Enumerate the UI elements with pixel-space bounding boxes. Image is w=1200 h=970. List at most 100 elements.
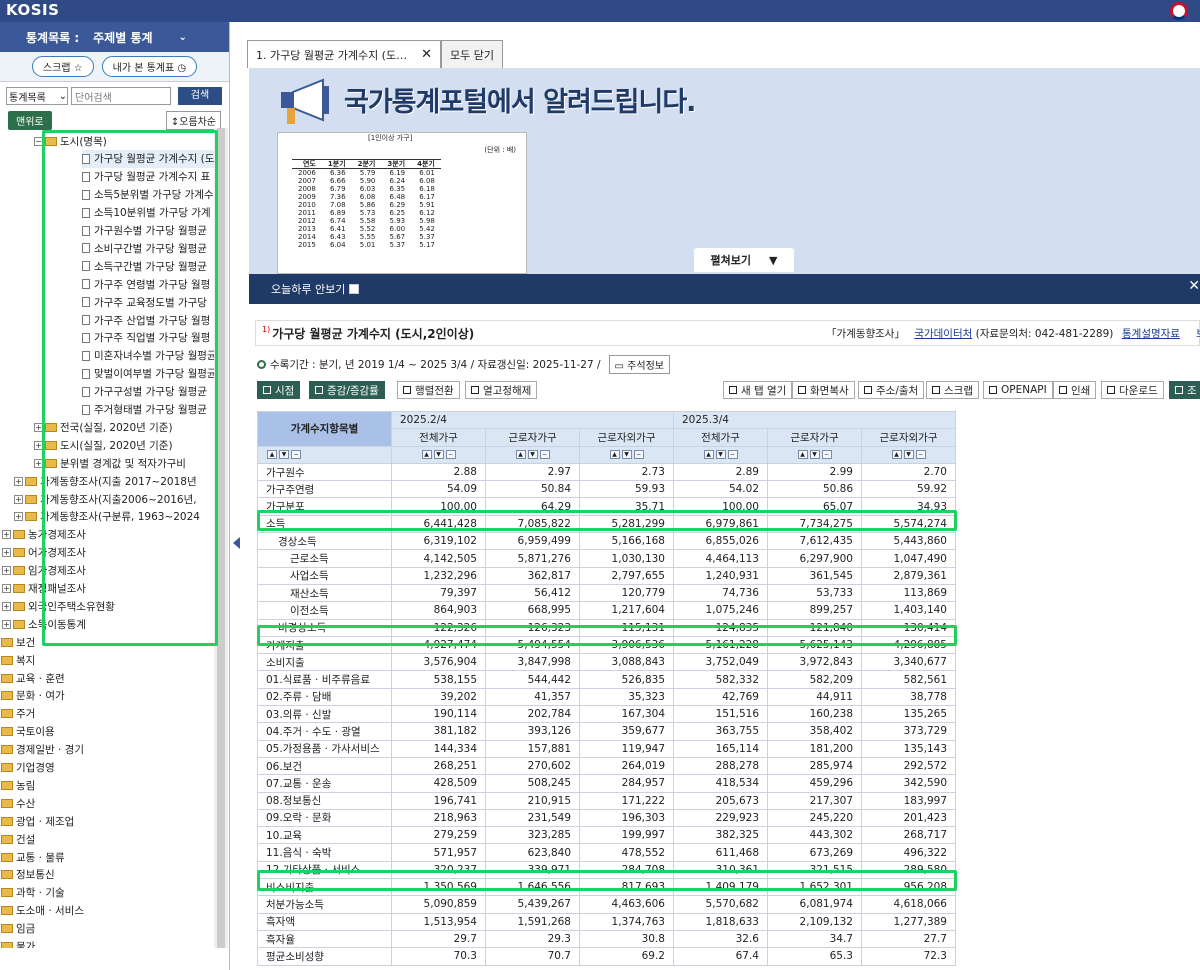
sort-up-icon[interactable]: ▲ bbox=[267, 450, 277, 460]
tree-folder-item[interactable]: +광업 · 제조업 bbox=[0, 812, 74, 830]
recent-tables-button[interactable]: 내가 본 통계표 ◷ bbox=[101, 56, 198, 77]
openapi-button[interactable]: OPENAPI bbox=[983, 381, 1053, 399]
sort-down-icon[interactable]: ▼ bbox=[527, 450, 538, 460]
row-label[interactable]: 처분가능소득 bbox=[257, 895, 392, 914]
row-label[interactable]: 사업소득 bbox=[257, 566, 392, 585]
footnote-button[interactable]: ▭ 주석정보 bbox=[608, 355, 670, 374]
tree-folder-item[interactable]: +수산 bbox=[0, 794, 35, 812]
tree-folder-item[interactable]: +농림 bbox=[0, 776, 35, 794]
new-tab-button[interactable]: 새 탭 열기 bbox=[723, 381, 793, 399]
row-label[interactable]: 소비지출 bbox=[257, 653, 392, 672]
expand-icon[interactable]: + bbox=[2, 584, 11, 593]
row-label[interactable]: 05.가정용품 · 가사서비스 bbox=[257, 739, 392, 758]
period-header[interactable]: 2025.3/4 bbox=[673, 410, 956, 430]
hide-today-control[interactable]: 오늘하루 안보기 bbox=[271, 281, 360, 297]
tree-folder-item[interactable]: +물가 bbox=[0, 938, 35, 948]
collapse-panel-icon[interactable] bbox=[233, 537, 240, 549]
close-icon[interactable]: ✕ bbox=[1188, 278, 1200, 294]
chevron-down-icon[interactable]: ⌄ bbox=[179, 32, 187, 43]
tree-folder-item[interactable]: +경제일반 · 경기 bbox=[0, 741, 84, 759]
expand-icon[interactable]: + bbox=[2, 619, 11, 629]
expand-icon[interactable]: + bbox=[2, 566, 11, 576]
transpose-button[interactable]: 행렬전환 bbox=[397, 381, 460, 399]
scroll-top-button[interactable]: 맨위로 bbox=[8, 110, 52, 130]
column-header[interactable]: 전체가구 bbox=[391, 428, 486, 447]
row-label[interactable]: 가구원수 bbox=[257, 462, 392, 482]
tab-household-income[interactable]: 1. 가구당 월평균 가계수지 (도… ✕ bbox=[247, 40, 441, 68]
expand-icon[interactable]: + bbox=[2, 548, 11, 558]
unfreeze-columns-button[interactable]: 열고정해제 bbox=[465, 381, 538, 399]
row-label[interactable]: 08.정보통신 bbox=[257, 791, 392, 810]
sort-ascending-button[interactable]: ↕오름차순 bbox=[165, 110, 221, 130]
row-label[interactable]: 평균소비성향 bbox=[257, 947, 392, 966]
remove-icon[interactable]: − bbox=[727, 450, 738, 460]
row-label[interactable]: 03.의류 · 신발 bbox=[257, 705, 392, 724]
row-label[interactable]: 02.주류 · 담배 bbox=[257, 687, 392, 707]
row-label[interactable]: 근로소득 bbox=[257, 549, 392, 568]
sort-down-icon[interactable]: ▼ bbox=[903, 450, 914, 460]
time-point-button[interactable]: 시점 bbox=[257, 381, 301, 399]
print-button[interactable]: 인쇄 bbox=[1053, 381, 1097, 399]
expand-icon[interactable]: + bbox=[2, 601, 11, 611]
column-header[interactable]: 근로자외가구 bbox=[579, 428, 674, 447]
stat-description-link[interactable]: 통계설명자료 bbox=[1122, 326, 1180, 341]
sort-up-icon[interactable]: ▲ bbox=[421, 450, 432, 460]
sort-up-icon[interactable]: ▲ bbox=[515, 450, 526, 460]
sort-up-icon[interactable]: ▲ bbox=[703, 450, 714, 460]
column-header[interactable]: 근로자가구 bbox=[767, 428, 862, 447]
row-label[interactable]: 09.오락 · 문화 bbox=[257, 808, 392, 828]
row-label[interactable]: 11.음식 · 숙박 bbox=[257, 843, 392, 862]
sort-up-icon[interactable]: ▲ bbox=[797, 450, 808, 460]
row-label[interactable]: 06.보건 bbox=[257, 756, 392, 776]
search-input[interactable]: 단어검색 bbox=[71, 87, 171, 105]
sort-down-icon[interactable]: ▼ bbox=[809, 450, 820, 460]
tree-folder-item[interactable]: +정보통신 bbox=[0, 866, 55, 884]
expand-icon[interactable]: + bbox=[14, 494, 23, 504]
close-all-tabs-button[interactable]: 모두 닫기 bbox=[441, 40, 503, 68]
tree-scrollbar-thumb[interactable] bbox=[217, 128, 225, 948]
row-label[interactable]: 흑자율 bbox=[257, 929, 392, 949]
tree-folder-item[interactable]: +주거 bbox=[0, 705, 35, 723]
column-header[interactable]: 전체가구 bbox=[673, 428, 768, 447]
tree-folder-item[interactable]: +과학 · 기술 bbox=[0, 884, 65, 902]
scrap-table-button[interactable]: 스크랩 bbox=[926, 381, 979, 399]
tree-folder-item[interactable]: +건설 bbox=[0, 830, 35, 848]
sort-down-icon[interactable]: ▼ bbox=[433, 450, 444, 460]
row-label[interactable]: 이전소득 bbox=[257, 601, 392, 620]
tree-folder-item[interactable]: +보건 bbox=[0, 633, 35, 651]
remove-icon[interactable]: − bbox=[633, 450, 644, 460]
tree-folder-item[interactable]: +복지 bbox=[0, 651, 35, 669]
download-button[interactable]: 다운로드 bbox=[1101, 381, 1164, 399]
source-link[interactable]: 국가데이터처 bbox=[914, 328, 972, 340]
remove-icon[interactable]: − bbox=[821, 450, 832, 460]
expand-icon[interactable]: + bbox=[2, 530, 11, 540]
remove-icon[interactable]: − bbox=[445, 450, 456, 460]
screen-copy-button[interactable]: 화면복사 bbox=[792, 381, 855, 399]
sort-down-icon[interactable]: ▼ bbox=[279, 450, 289, 460]
stat-list-header[interactable]: 통계목록 : 주제별 통계 ⌄ bbox=[0, 22, 229, 52]
search-button[interactable]: 검색 bbox=[178, 87, 222, 105]
expand-icon[interactable]: + bbox=[14, 476, 23, 486]
row-label[interactable]: 10.교육 bbox=[257, 826, 392, 845]
expand-icon[interactable]: + bbox=[14, 512, 23, 522]
more-link[interactable]: 보 bbox=[1196, 326, 1200, 341]
remove-icon[interactable]: − bbox=[539, 450, 550, 460]
tree-folder-item[interactable]: +교육 · 훈련 bbox=[0, 669, 65, 687]
tree-folder-item[interactable]: +문화 · 여가 bbox=[0, 687, 65, 705]
query-settings-button[interactable]: 조 bbox=[1169, 381, 1200, 399]
stat-list-type[interactable]: 주제별 통계 bbox=[93, 29, 152, 46]
sort-up-icon[interactable]: ▲ bbox=[891, 450, 902, 460]
remove-icon[interactable]: − bbox=[291, 450, 301, 460]
close-icon[interactable]: ✕ bbox=[421, 47, 432, 62]
hide-today-checkbox[interactable] bbox=[349, 284, 360, 294]
tree-folder-item[interactable]: +기업경영 bbox=[0, 759, 55, 777]
row-header-title[interactable]: 가계수지항목별 bbox=[257, 411, 392, 447]
period-header[interactable]: 2025.2/4 bbox=[391, 410, 674, 430]
search-scope-select[interactable]: 통계목록 ⌄ bbox=[6, 87, 68, 105]
expand-button[interactable]: 펼쳐보기 ▼ bbox=[694, 248, 794, 272]
kosis-logo[interactable]: KOSIS bbox=[6, 0, 59, 20]
change-rate-button[interactable]: 증감/증감률 bbox=[309, 381, 385, 399]
column-header[interactable]: 근로자외가구 bbox=[861, 428, 956, 447]
tree-folder-item[interactable]: +국토이용 bbox=[0, 723, 55, 741]
sort-up-icon[interactable]: ▲ bbox=[609, 450, 620, 460]
